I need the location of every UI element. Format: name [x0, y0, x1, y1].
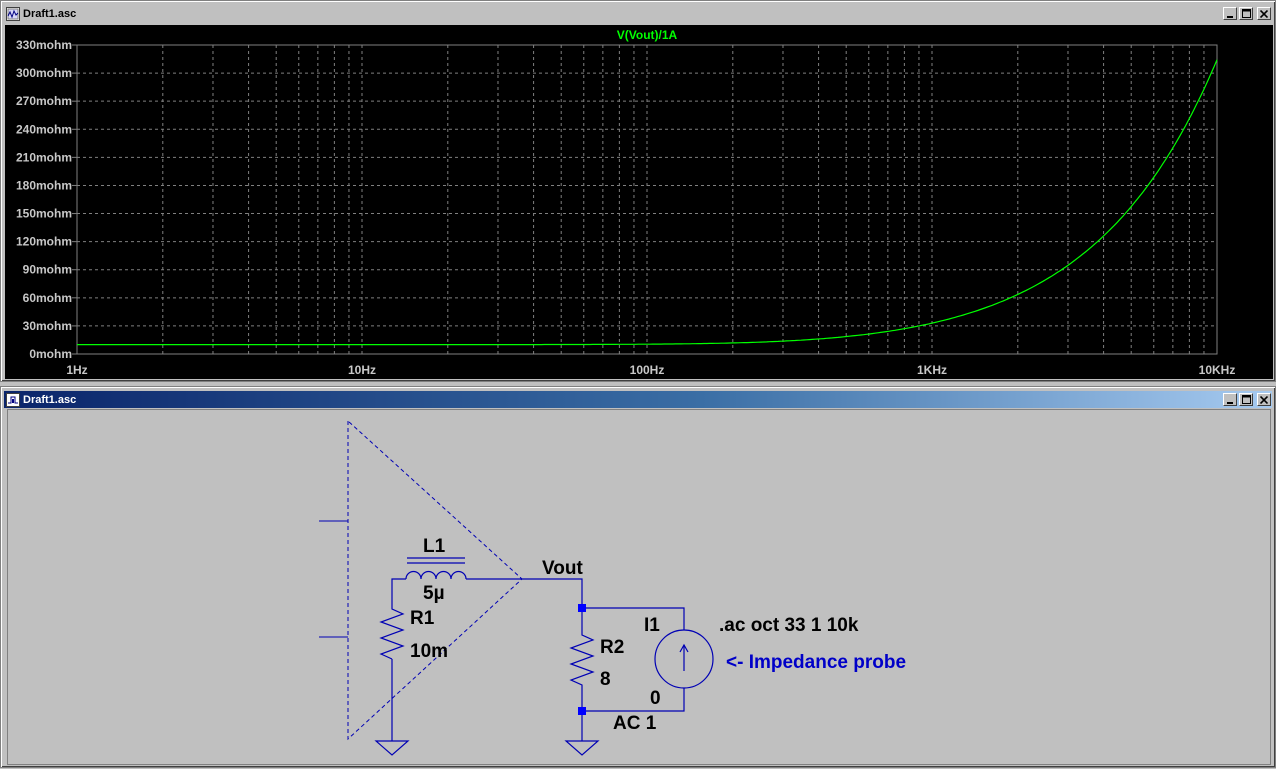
minimize-icon [1227, 401, 1233, 404]
l1-name-label[interactable]: L1 [423, 536, 446, 557]
x-tick-label: 10Hz [348, 363, 376, 377]
minimize-button[interactable] [1223, 7, 1237, 20]
plot-frame [76, 44, 1218, 355]
y-tick-label: 210mohm [16, 150, 72, 164]
current-source-i1[interactable] [654, 629, 714, 689]
y-tick-label: 300mohm [16, 66, 72, 80]
x-tick-label: 10KHz [1199, 363, 1236, 377]
plot-window: Draft1.asc 0mohm 30mohm 60mohm 90mohm 120moh… [0, 0, 1276, 382]
wire[interactable] [582, 688, 685, 712]
r1-name-label[interactable]: R1 [410, 608, 435, 629]
restore-button[interactable] [1239, 7, 1253, 20]
restore-icon [1241, 395, 1251, 404]
r2-value-label[interactable]: 8 [600, 669, 611, 690]
y-tick-label: 0mohm [29, 347, 72, 361]
schematic-window: Draft1.asc L1 5µ R1 10m Vout R2 8 I1 0 A… [0, 386, 1276, 768]
close-button[interactable] [1257, 7, 1271, 20]
i1-name-label[interactable]: I1 [644, 615, 660, 636]
y-tick-label: 240mohm [16, 122, 72, 136]
plot-window-controls [1223, 7, 1271, 20]
waveform-plot-area[interactable]: 0mohm 30mohm 60mohm 90mohm 120mohm 150mohm 180… [5, 25, 1273, 379]
restore-button[interactable] [1239, 393, 1253, 406]
y-tick-label: 180mohm [16, 178, 72, 192]
r1-value-label[interactable]: 10m [410, 641, 448, 662]
schematic-canvas[interactable]: L1 5µ R1 10m Vout R2 8 I1 0 AC 1 .ac oct… [7, 409, 1271, 765]
y-tick-label: 330mohm [16, 38, 72, 52]
resistor-r1[interactable] [379, 599, 405, 660]
resistor-r2[interactable] [569, 626, 595, 691]
close-icon [1260, 9, 1268, 18]
ground-symbol[interactable] [564, 740, 600, 756]
y-tick-label: 120mohm [16, 235, 72, 249]
x-tick-label: 1Hz [66, 363, 87, 377]
minimize-icon [1227, 15, 1233, 18]
junction-dot [578, 707, 586, 715]
y-tick-label: 90mohm [23, 263, 72, 277]
wire[interactable] [466, 578, 583, 608]
net-label-vout[interactable]: Vout [542, 558, 583, 579]
schematic-window-controls [1223, 393, 1271, 406]
y-tick-label: 60mohm [23, 291, 72, 305]
x-tick-label: 100Hz [630, 363, 665, 377]
schematic-app-icon[interactable] [6, 392, 20, 407]
y-tick-label: 150mohm [16, 207, 72, 221]
restore-icon [1241, 9, 1251, 18]
waveform-app-icon[interactable] [6, 6, 20, 21]
impedance-chart[interactable]: 0mohm 30mohm 60mohm 90mohm 120mohm 150mohm 180… [5, 25, 1273, 379]
junction-dot [578, 604, 586, 612]
plot-window-titlebar[interactable]: Draft1.asc [4, 5, 1272, 22]
close-button[interactable] [1257, 393, 1271, 406]
i1-dc-value-label[interactable]: 0 [650, 688, 661, 709]
y-tick-label: 30mohm [23, 319, 72, 333]
wire[interactable] [582, 607, 685, 630]
schematic-drawing[interactable]: L1 5µ R1 10m Vout R2 8 I1 0 AC 1 .ac oct… [8, 410, 1270, 764]
ground-symbol[interactable] [374, 740, 410, 756]
y-tick-label: 270mohm [16, 94, 72, 108]
i1-ac-value-label[interactable]: AC 1 [613, 713, 657, 734]
x-tick-label: 1KHz [917, 363, 947, 377]
trace-title[interactable]: V(Vout)/1A [617, 28, 678, 42]
minimize-button[interactable] [1223, 393, 1237, 406]
amplifier-outline[interactable] [347, 419, 523, 741]
inductor-l1[interactable] [405, 557, 467, 580]
schematic-window-titlebar[interactable]: Draft1.asc [4, 391, 1272, 408]
close-icon [1260, 395, 1268, 404]
wire[interactable] [391, 578, 406, 599]
spice-directive[interactable]: .ac oct 33 1 10k [719, 615, 859, 636]
schematic-comment[interactable]: <- Impedance probe [726, 652, 906, 673]
plot-window-title: Draft1.asc [23, 7, 77, 20]
schematic-window-title: Draft1.asc [23, 393, 77, 406]
r2-name-label[interactable]: R2 [600, 637, 624, 658]
l1-value-label[interactable]: 5µ [423, 583, 445, 604]
